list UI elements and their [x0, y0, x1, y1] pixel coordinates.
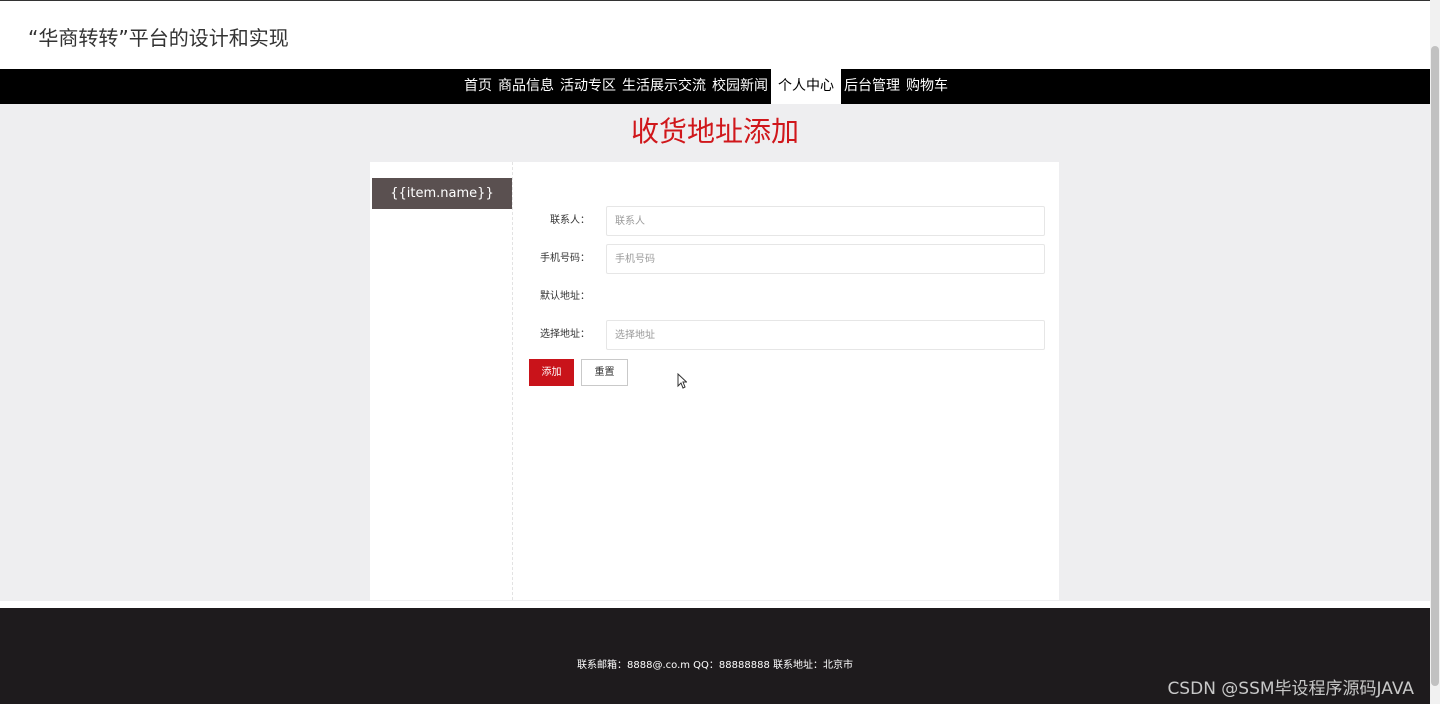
address-form: 联系人： 手机号码： 默认地址： 选择地址： 添加 重置 [513, 162, 1059, 600]
nav-item-admin[interactable]: 后台管理 [841, 69, 903, 104]
footer-contact-info: 联系邮箱：8888@.co.m QQ：88888888 联系地址：北京市 [577, 660, 853, 671]
side-menu: {{item.name}} [370, 162, 513, 600]
address-panel: {{item.name}} 联系人： 手机号码： 默认地址： 选择地址： 添加 … [370, 162, 1059, 600]
nav-item-products[interactable]: 商品信息 [495, 69, 557, 104]
mouse-cursor-icon [677, 373, 687, 389]
default-address-label: 默认地址： [540, 291, 590, 302]
nav-list: 首页 商品信息 活动专区 生活展示交流 校园新闻 个人中心 后台管理 购物车 [461, 69, 951, 104]
scrollbar-thumb[interactable] [1431, 46, 1439, 686]
nav-item-personal-center[interactable]: 个人中心 [771, 69, 841, 104]
nav-item-campus-news[interactable]: 校园新闻 [709, 69, 771, 104]
nav-item-life-exchange[interactable]: 生活展示交流 [619, 69, 709, 104]
site-title: “华商转转”平台的设计和实现 [28, 26, 289, 50]
site-footer: 联系邮箱：8888@.co.m QQ：88888888 联系地址：北京市 CSD… [0, 608, 1430, 704]
reset-button[interactable]: 重置 [581, 359, 628, 386]
nav-item-cart[interactable]: 购物车 [903, 69, 951, 104]
contact-input[interactable] [606, 206, 1045, 236]
add-button[interactable]: 添加 [529, 359, 574, 386]
page-title: 收货地址添加 [630, 115, 799, 148]
select-address-label: 选择地址： [540, 329, 590, 340]
contact-row: 联系人： [513, 206, 1059, 236]
nav-item-home[interactable]: 首页 [461, 69, 495, 104]
nav-item-activities[interactable]: 活动专区 [557, 69, 619, 104]
page-scrollbar[interactable] [1430, 0, 1440, 704]
main-content: 收货地址添加 {{item.name}} 联系人： 手机号码： 默认地址： 选择… [0, 104, 1430, 601]
side-menu-item[interactable]: {{item.name}} [372, 178, 512, 209]
contact-label: 联系人： [550, 215, 590, 226]
default-address-row: 默认地址： [513, 282, 1059, 312]
watermark: CSDN @SSM毕设程序源码JAVA [1167, 679, 1414, 699]
phone-row: 手机号码： [513, 244, 1059, 274]
select-address-input[interactable] [606, 320, 1045, 350]
site-header: “华商转转”平台的设计和实现 [0, 1, 1430, 69]
select-address-row: 选择地址： [513, 320, 1059, 350]
phone-label: 手机号码： [540, 253, 590, 264]
phone-input[interactable] [606, 244, 1045, 274]
main-nav: 首页 商品信息 活动专区 生活展示交流 校园新闻 个人中心 后台管理 购物车 [0, 69, 1430, 104]
